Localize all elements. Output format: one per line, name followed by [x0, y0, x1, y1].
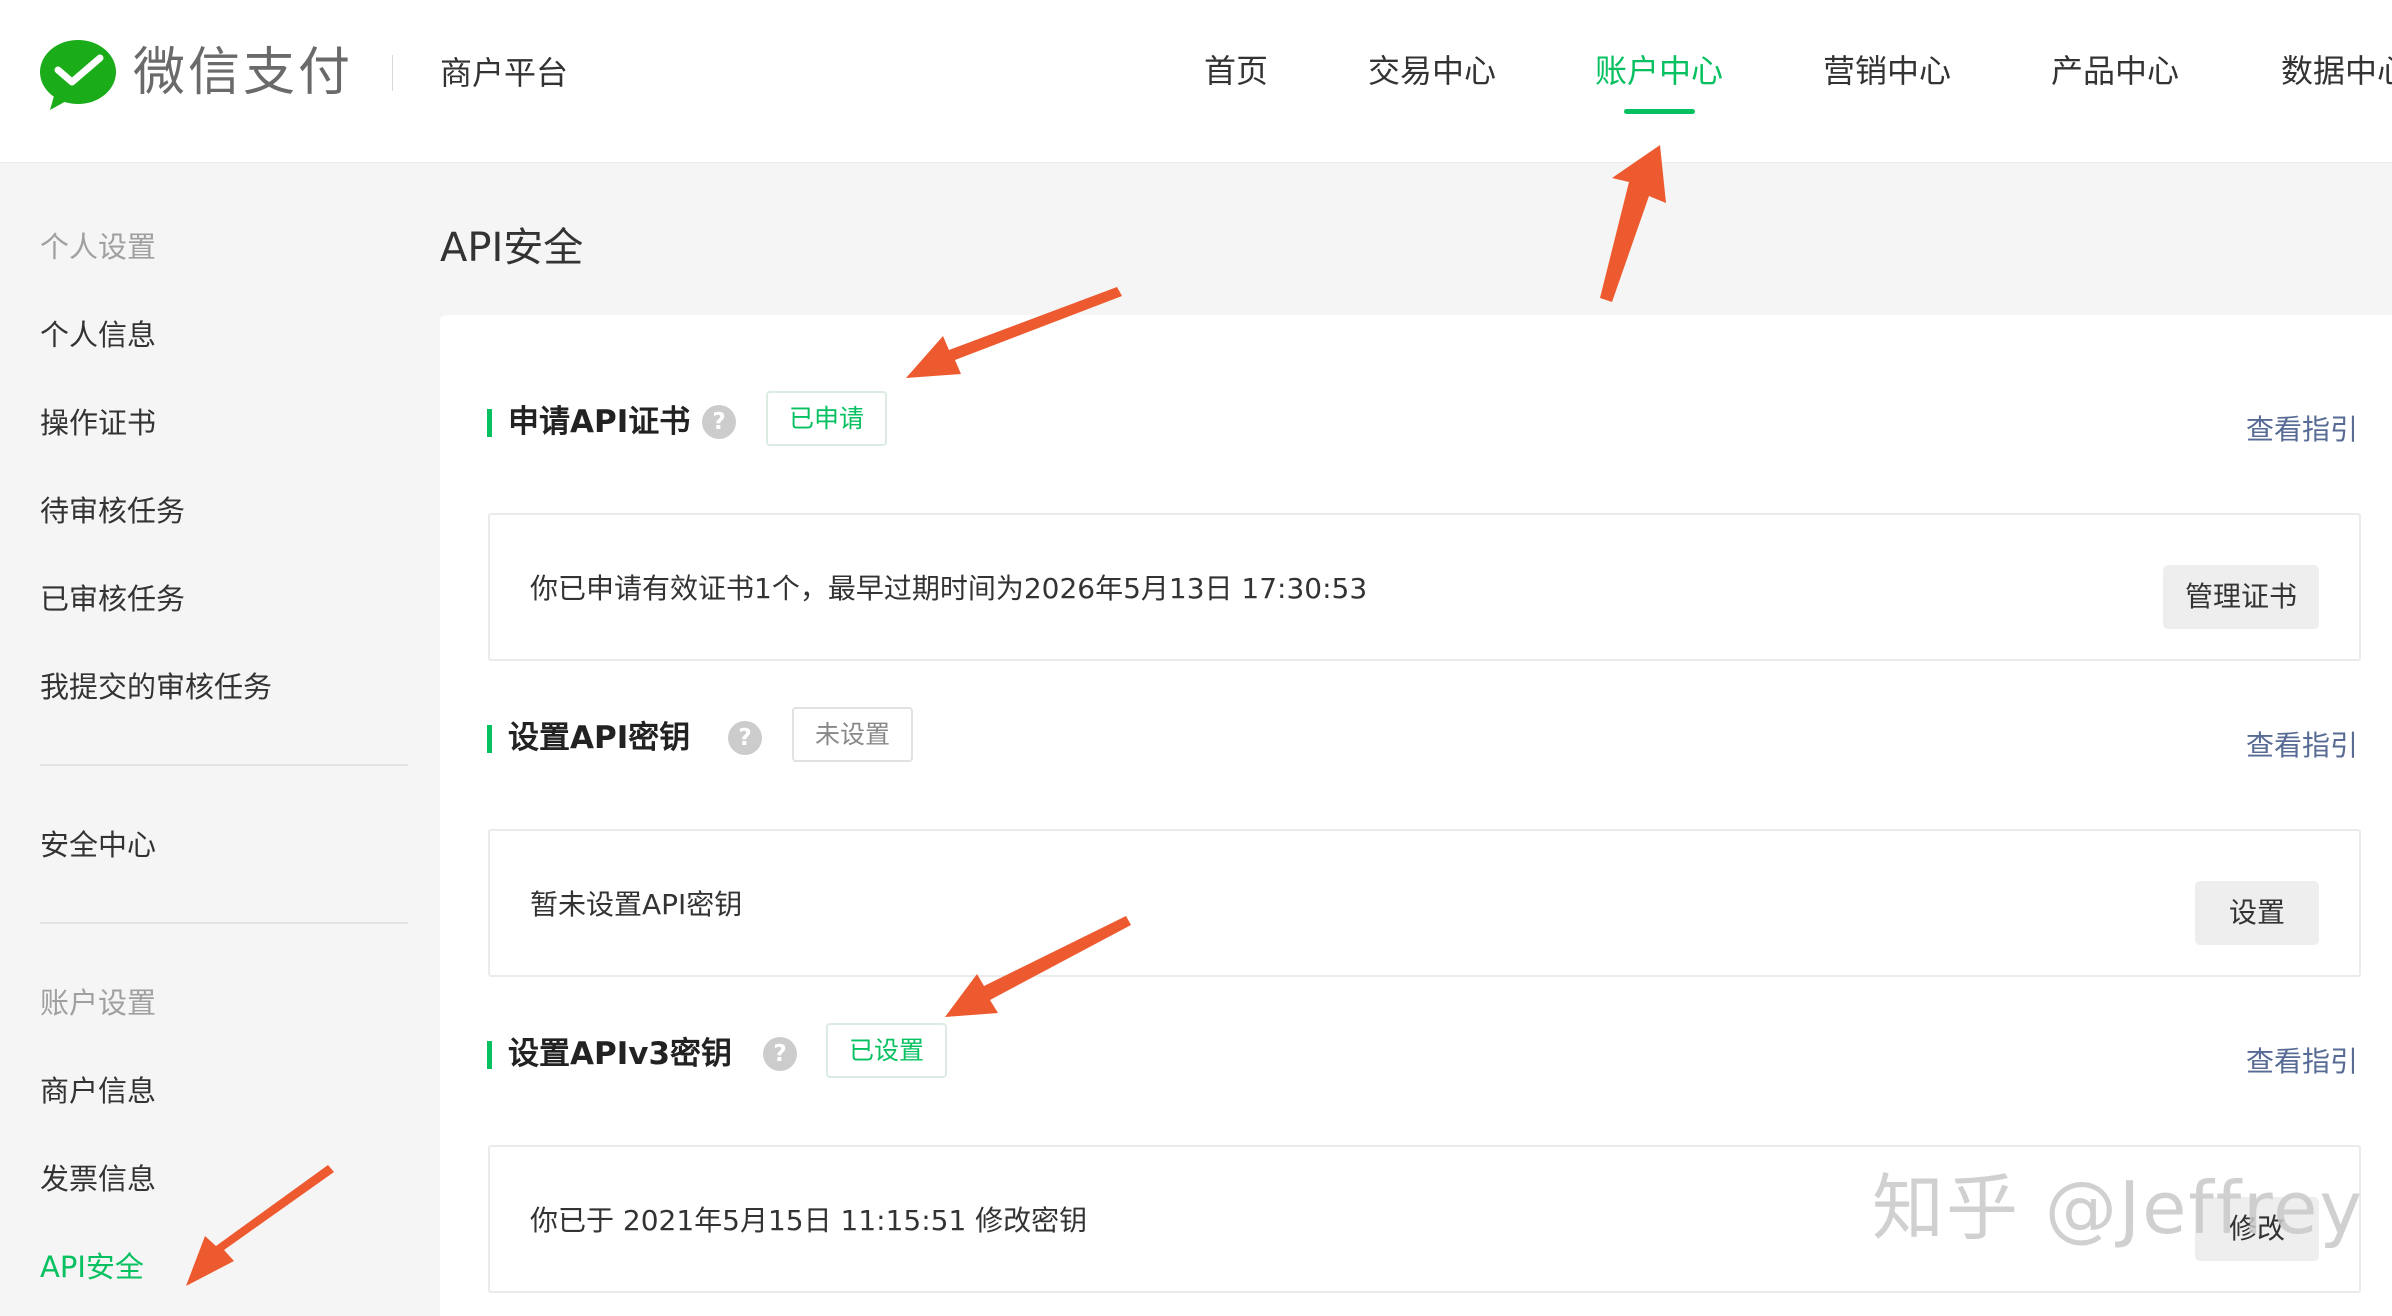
section-box: 你已申请有效证书1个，最早过期时间为2026年5月13日 17:30:53 管理…	[488, 513, 2361, 661]
section-description: 你已于 2021年5月15日 11:15:51 修改密钥	[530, 1204, 1088, 1237]
view-guide-link[interactable]: 查看指引	[2246, 409, 2358, 451]
nav-marketing-center[interactable]: 营销中心	[1823, 48, 1951, 94]
brand-name: 微信支付	[133, 43, 354, 103]
help-icon[interactable]: ?	[728, 721, 762, 755]
sidebar-divider	[40, 764, 408, 766]
platform-name: 商户平台	[440, 54, 569, 92]
status-badge: 已申请	[766, 391, 888, 446]
sidebar-item-pending-review[interactable]: 待审核任务	[40, 490, 185, 532]
section-accent-bar	[487, 409, 492, 437]
section-api-certificate: 申请API证书 ? 已申请 查看指引 你已申请有效证书1个，最早过期时间为202…	[440, 361, 2392, 681]
nav-product-center[interactable]: 产品中心	[2051, 48, 2179, 94]
sidebar-item-invoice-info[interactable]: 发票信息	[40, 1158, 156, 1200]
annotation-arrow-icon	[1600, 145, 1666, 302]
sidebar-item-personal-info[interactable]: 个人信息	[40, 314, 156, 356]
section-title: 设置APIv3密钥	[508, 1036, 733, 1072]
sidebar: 个人设置 个人信息 操作证书 待审核任务 已审核任务 我提交的审核任务 安全中心…	[0, 164, 438, 1316]
watermark: 知乎 @Jeffrey	[1872, 1166, 2365, 1250]
sidebar-divider	[40, 922, 408, 924]
wechat-pay-logo-icon[interactable]	[38, 38, 118, 112]
nav-home[interactable]: 首页	[1204, 48, 1268, 94]
nav-account-center[interactable]: 账户中心	[1595, 48, 1723, 94]
section-api-key: 设置API密钥 ? 未设置 查看指引 暂未设置API密钥 设置	[440, 677, 2392, 997]
nav-data-center[interactable]: 数据中心	[2281, 48, 2392, 94]
page-title: API安全	[440, 225, 584, 271]
section-accent-bar	[487, 725, 492, 753]
status-badge: 已设置	[826, 1023, 948, 1078]
view-guide-link[interactable]: 查看指引	[2246, 1041, 2358, 1083]
section-box: 暂未设置API密钥 设置	[488, 829, 2361, 977]
top-header: 微信支付 商户平台 首页 交易中心 账户中心 营销中心 产品中心 数据中心	[0, 0, 2392, 163]
status-badge: 未设置	[792, 707, 914, 762]
sidebar-item-my-submitted[interactable]: 我提交的审核任务	[40, 666, 272, 708]
sidebar-item-security-center[interactable]: 安全中心	[40, 824, 156, 866]
merchant-platform-page: 微信支付 商户平台 首页 交易中心 账户中心 营销中心 产品中心 数据中心 个人…	[0, 0, 2392, 1316]
section-title: 申请API证书	[508, 404, 691, 440]
section-description: 你已申请有效证书1个，最早过期时间为2026年5月13日 17:30:53	[530, 572, 1368, 605]
nav-active-indicator	[1624, 109, 1695, 114]
sidebar-item-merchant-info[interactable]: 商户信息	[40, 1070, 156, 1112]
nav-trade-center[interactable]: 交易中心	[1368, 48, 1496, 94]
section-accent-bar	[487, 1041, 492, 1069]
help-icon[interactable]: ?	[763, 1037, 797, 1071]
sidebar-item-api-security[interactable]: API安全	[40, 1246, 144, 1288]
sidebar-group-account: 账户设置	[40, 986, 157, 1020]
sidebar-group-personal: 个人设置	[40, 230, 157, 264]
sidebar-item-reviewed[interactable]: 已审核任务	[40, 578, 185, 620]
sidebar-item-operation-cert[interactable]: 操作证书	[40, 402, 156, 444]
set-key-button[interactable]: 设置	[2195, 881, 2319, 945]
view-guide-link[interactable]: 查看指引	[2246, 725, 2358, 767]
section-apiv3-key: 设置APIv3密钥 ? 已设置 查看指引 你已于 2021年5月15日 11:1…	[440, 993, 2392, 1313]
section-description: 暂未设置API密钥	[530, 888, 743, 921]
help-icon[interactable]: ?	[702, 405, 736, 439]
manage-certificate-button[interactable]: 管理证书	[2162, 565, 2319, 629]
section-title: 设置API密钥	[508, 720, 691, 756]
brand-divider	[392, 55, 393, 91]
